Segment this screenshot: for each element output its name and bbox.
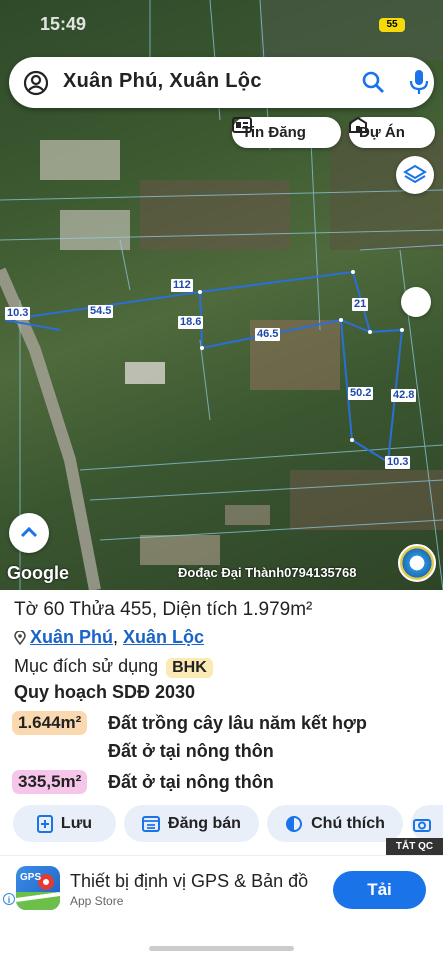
zone-description: Đất ở tại nông thôn [108, 741, 274, 761]
du-an-button[interactable]: Dự Án [349, 117, 435, 148]
building-icon [349, 117, 367, 133]
microphone-icon[interactable] [407, 69, 431, 95]
parcel-edge-label: 112 [171, 279, 193, 292]
ad-info-icon[interactable]: i [3, 893, 15, 905]
company-logo-icon [398, 544, 436, 582]
layers-button[interactable] [396, 156, 434, 194]
location-button[interactable] [401, 287, 431, 317]
parcel-edge-label: 42.8 [391, 389, 417, 402]
parcel-location: Xuân Phú, Xuân Lộc [14, 627, 204, 648]
parcel-edge-label: 54.5 [88, 305, 114, 318]
account-icon[interactable] [23, 70, 49, 96]
search-icon[interactable] [361, 70, 385, 94]
gps-app-icon: GPS [16, 866, 60, 910]
location-pin-icon [14, 630, 26, 646]
parcel-edge-label: 21 [352, 298, 369, 311]
layers-icon [403, 164, 427, 184]
parcel-title: Tờ 60 Thửa 455, Diện tích 1.979m² [14, 599, 313, 620]
status-time: 15:49 [40, 14, 87, 34]
expand-up-button[interactable] [9, 513, 49, 553]
location-separator: , [113, 627, 119, 647]
legend-button[interactable]: Chú thích [267, 805, 403, 842]
install-button[interactable]: Tải [333, 871, 426, 909]
zone-area-badge: 335,5m² [12, 770, 88, 794]
home-indicator [149, 946, 294, 951]
save-label: Lưu [60, 814, 93, 832]
parcel-edge-label: 10.3 [5, 307, 31, 320]
zone-area-badge: 1.644m² [12, 711, 88, 735]
post-label: Đăng bán [168, 814, 241, 832]
gps-icon-text: GPS [20, 872, 41, 883]
search-bar[interactable]: Xuân Phú, Xuân Lộc [9, 57, 434, 108]
chevron-up-icon [20, 526, 38, 538]
list-icon [142, 815, 161, 832]
save-button[interactable]: Lưu [13, 805, 116, 842]
news-icon [232, 117, 252, 133]
parcel-edge-label: 10.3 [385, 456, 411, 469]
purpose-label: Mục đích sử dụng [14, 656, 159, 676]
map-credit: Đođạc Đại Thành0794135768 [178, 565, 357, 580]
camera-button[interactable] [411, 805, 443, 842]
land-use-purpose: Mục đích sử dụng BHK [14, 656, 213, 678]
legend-label: Chú thích [311, 814, 385, 832]
close-ad-button[interactable]: TẮT QC [386, 838, 443, 855]
contrast-icon [286, 815, 303, 832]
map-view[interactable]: 10.3 54.5 112 18.6 46.5 21 50.2 42.8 10.… [0, 0, 443, 590]
plan-title: Quy hoạch SDĐ 2030 [14, 682, 196, 702]
parcel-edge-label: 46.5 [255, 328, 281, 341]
district-link[interactable]: Xuân Lộc [123, 627, 204, 647]
parcel-edge-label: 18.6 [178, 316, 204, 329]
purpose-badge: BHK [166, 658, 213, 678]
parcel-edge-label: 50.2 [348, 387, 374, 400]
commune-link[interactable]: Xuân Phú [30, 627, 113, 647]
zone-description: Đất trồng cây lâu năm kết hợp [108, 713, 367, 733]
post-for-sale-button[interactable]: Đăng bán [124, 805, 259, 842]
google-logo: Google [7, 563, 69, 583]
search-query[interactable]: Xuân Phú, Xuân Lộc [63, 70, 262, 93]
ad-title[interactable]: Thiết bị định vị GPS & Bản đồ [70, 871, 308, 892]
ad-store: App Store [70, 894, 124, 908]
camera-plus-icon [413, 818, 431, 832]
tin-dang-button[interactable]: Tin Đăng [232, 117, 341, 148]
battery-indicator: 55 [379, 18, 405, 32]
zone-description: Đất ở tại nông thôn [108, 772, 274, 792]
bookmark-plus-icon [36, 814, 53, 833]
